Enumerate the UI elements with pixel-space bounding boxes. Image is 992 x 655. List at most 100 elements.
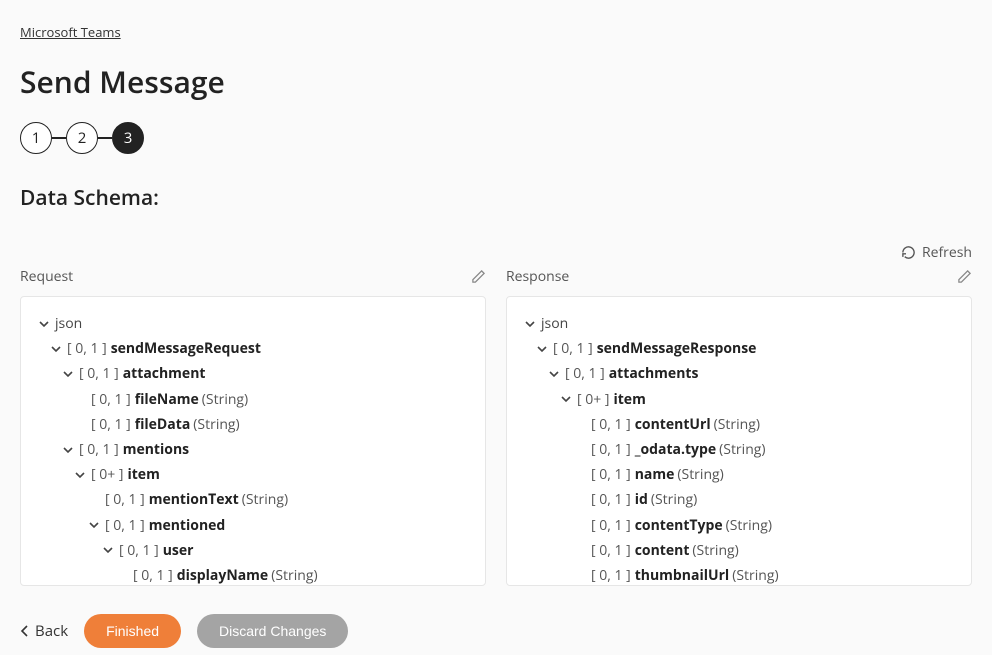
tree-node[interactable]: [ 0, 1 ] sendMessageRequest — [31, 336, 475, 361]
response-label: Response — [506, 267, 569, 286]
tree-node[interactable]: [ 0, 1 ] _odata.type (String) — [517, 437, 961, 462]
cardinality: [ 0, 1 ] — [565, 361, 605, 386]
chevron-down-icon[interactable] — [535, 344, 549, 354]
tree-node[interactable]: [ 0, 1 ] fileData (String) — [31, 412, 475, 437]
refresh-icon — [901, 245, 916, 260]
cardinality: [ 0+ ] — [91, 462, 123, 487]
back-link[interactable]: Back — [20, 621, 68, 641]
cardinality: [ 0, 1 ] — [133, 563, 173, 586]
tree-type: (String) — [726, 513, 772, 538]
tree-node[interactable]: [ 0, 1 ] displayName (String) — [31, 563, 475, 586]
tree-label: item — [613, 387, 645, 412]
back-label: Back — [35, 621, 68, 641]
tree-type: (String) — [714, 412, 760, 437]
tree-label: sendMessageResponse — [597, 336, 757, 361]
tree-node[interactable]: [ 0, 1 ] fileName (String) — [31, 387, 475, 412]
chevron-down-icon[interactable] — [37, 319, 51, 329]
cardinality: [ 0, 1 ] — [79, 437, 119, 462]
tree-type: (String) — [202, 387, 248, 412]
finished-button[interactable]: Finished — [84, 614, 181, 648]
step-connector — [52, 137, 66, 139]
tree-label: attachment — [123, 361, 206, 386]
tree-type: (String) — [732, 563, 778, 586]
tree-label: name — [635, 462, 675, 487]
discard-changes-button[interactable]: Discard Changes — [197, 614, 348, 648]
tree-label: content — [635, 538, 690, 563]
step-3-current[interactable]: 3 — [112, 122, 144, 154]
tree-label: fileData — [135, 412, 191, 437]
tree-label: fileName — [135, 387, 199, 412]
chevron-left-icon — [20, 625, 29, 637]
page-title: Send Message — [20, 61, 972, 102]
tree-label: thumbnailUrl — [635, 563, 730, 586]
step-1[interactable]: 1 — [20, 122, 52, 154]
cardinality: [ 0, 1 ] — [91, 412, 131, 437]
tree-node[interactable]: [ 0, 1 ] content (String) — [517, 538, 961, 563]
cardinality: [ 0, 1 ] — [591, 513, 631, 538]
cardinality: [ 0, 1 ] — [591, 563, 631, 586]
stepper: 1 2 3 — [20, 122, 972, 154]
section-title: Data Schema: — [20, 184, 972, 212]
tree-type: (String) — [719, 437, 765, 462]
chevron-down-icon[interactable] — [61, 445, 75, 455]
refresh-button[interactable]: Refresh — [901, 242, 972, 262]
tree-type: (String) — [193, 412, 239, 437]
response-panel: json [ 0, 1 ] sendMessageResponse [ 0, 1… — [506, 296, 972, 586]
tree-node[interactable]: [ 0, 1 ] id (String) — [517, 487, 961, 512]
cardinality: [ 0, 1 ] — [91, 387, 131, 412]
tree-label: contentUrl — [635, 412, 711, 437]
step-connector — [98, 137, 112, 139]
chevron-down-icon[interactable] — [73, 470, 87, 480]
cardinality: [ 0, 1 ] — [591, 487, 631, 512]
tree-node[interactable]: [ 0, 1 ] mentions — [31, 437, 475, 462]
cardinality: [ 0, 1 ] — [591, 412, 631, 437]
tree-label: _odata.type — [635, 437, 716, 462]
tree-type: (String) — [651, 487, 697, 512]
cardinality: [ 0, 1 ] — [105, 513, 145, 538]
tree-label: mentioned — [149, 513, 226, 538]
tree-node[interactable]: [ 0, 1 ] contentUrl (String) — [517, 412, 961, 437]
chevron-down-icon[interactable] — [61, 369, 75, 379]
refresh-label: Refresh — [922, 243, 972, 262]
edit-response-icon[interactable] — [957, 269, 972, 284]
tree-node[interactable]: [ 0+ ] item — [31, 462, 475, 487]
chevron-down-icon[interactable] — [101, 545, 115, 555]
tree-type: (String) — [271, 563, 317, 586]
tree-label: attachments — [609, 361, 699, 386]
tree-node[interactable]: [ 0, 1 ] mentioned — [31, 513, 475, 538]
chevron-down-icon[interactable] — [87, 520, 101, 530]
tree-label: json — [541, 311, 568, 336]
tree-node[interactable]: [ 0, 1 ] contentType (String) — [517, 513, 961, 538]
request-panel: json [ 0, 1 ] sendMessageRequest [ 0, 1 … — [20, 296, 486, 586]
tree-label: item — [127, 462, 159, 487]
tree-node[interactable]: [ 0, 1 ] thumbnailUrl (String) — [517, 563, 961, 586]
cardinality: [ 0, 1 ] — [591, 462, 631, 487]
tree-node[interactable]: [ 0, 1 ] attachment — [31, 361, 475, 386]
tree-node[interactable]: json — [31, 311, 475, 336]
chevron-down-icon[interactable] — [559, 394, 573, 404]
tree-node[interactable]: [ 0+ ] item — [517, 387, 961, 412]
chevron-down-icon[interactable] — [523, 319, 537, 329]
request-label: Request — [20, 267, 73, 286]
cardinality: [ 0+ ] — [577, 387, 609, 412]
edit-request-icon[interactable] — [471, 269, 486, 284]
tree-node[interactable]: [ 0, 1 ] user — [31, 538, 475, 563]
tree-label: displayName — [177, 563, 269, 586]
tree-node[interactable]: [ 0, 1 ] mentionText (String) — [31, 487, 475, 512]
breadcrumb[interactable]: Microsoft Teams — [20, 23, 121, 41]
cardinality: [ 0, 1 ] — [591, 437, 631, 462]
cardinality: [ 0, 1 ] — [67, 336, 107, 361]
tree-node[interactable]: [ 0, 1 ] sendMessageResponse — [517, 336, 961, 361]
tree-node[interactable]: [ 0, 1 ] attachments — [517, 361, 961, 386]
cardinality: [ 0, 1 ] — [105, 487, 145, 512]
tree-label: id — [635, 487, 648, 512]
tree-node[interactable]: [ 0, 1 ] name (String) — [517, 462, 961, 487]
cardinality: [ 0, 1 ] — [591, 538, 631, 563]
chevron-down-icon[interactable] — [547, 369, 561, 379]
step-2[interactable]: 2 — [66, 122, 98, 154]
footer: Back Finished Discard Changes — [20, 614, 972, 648]
tree-node[interactable]: json — [517, 311, 961, 336]
chevron-down-icon[interactable] — [49, 344, 63, 354]
tree-type: (String) — [692, 538, 738, 563]
tree-label: user — [163, 538, 194, 563]
